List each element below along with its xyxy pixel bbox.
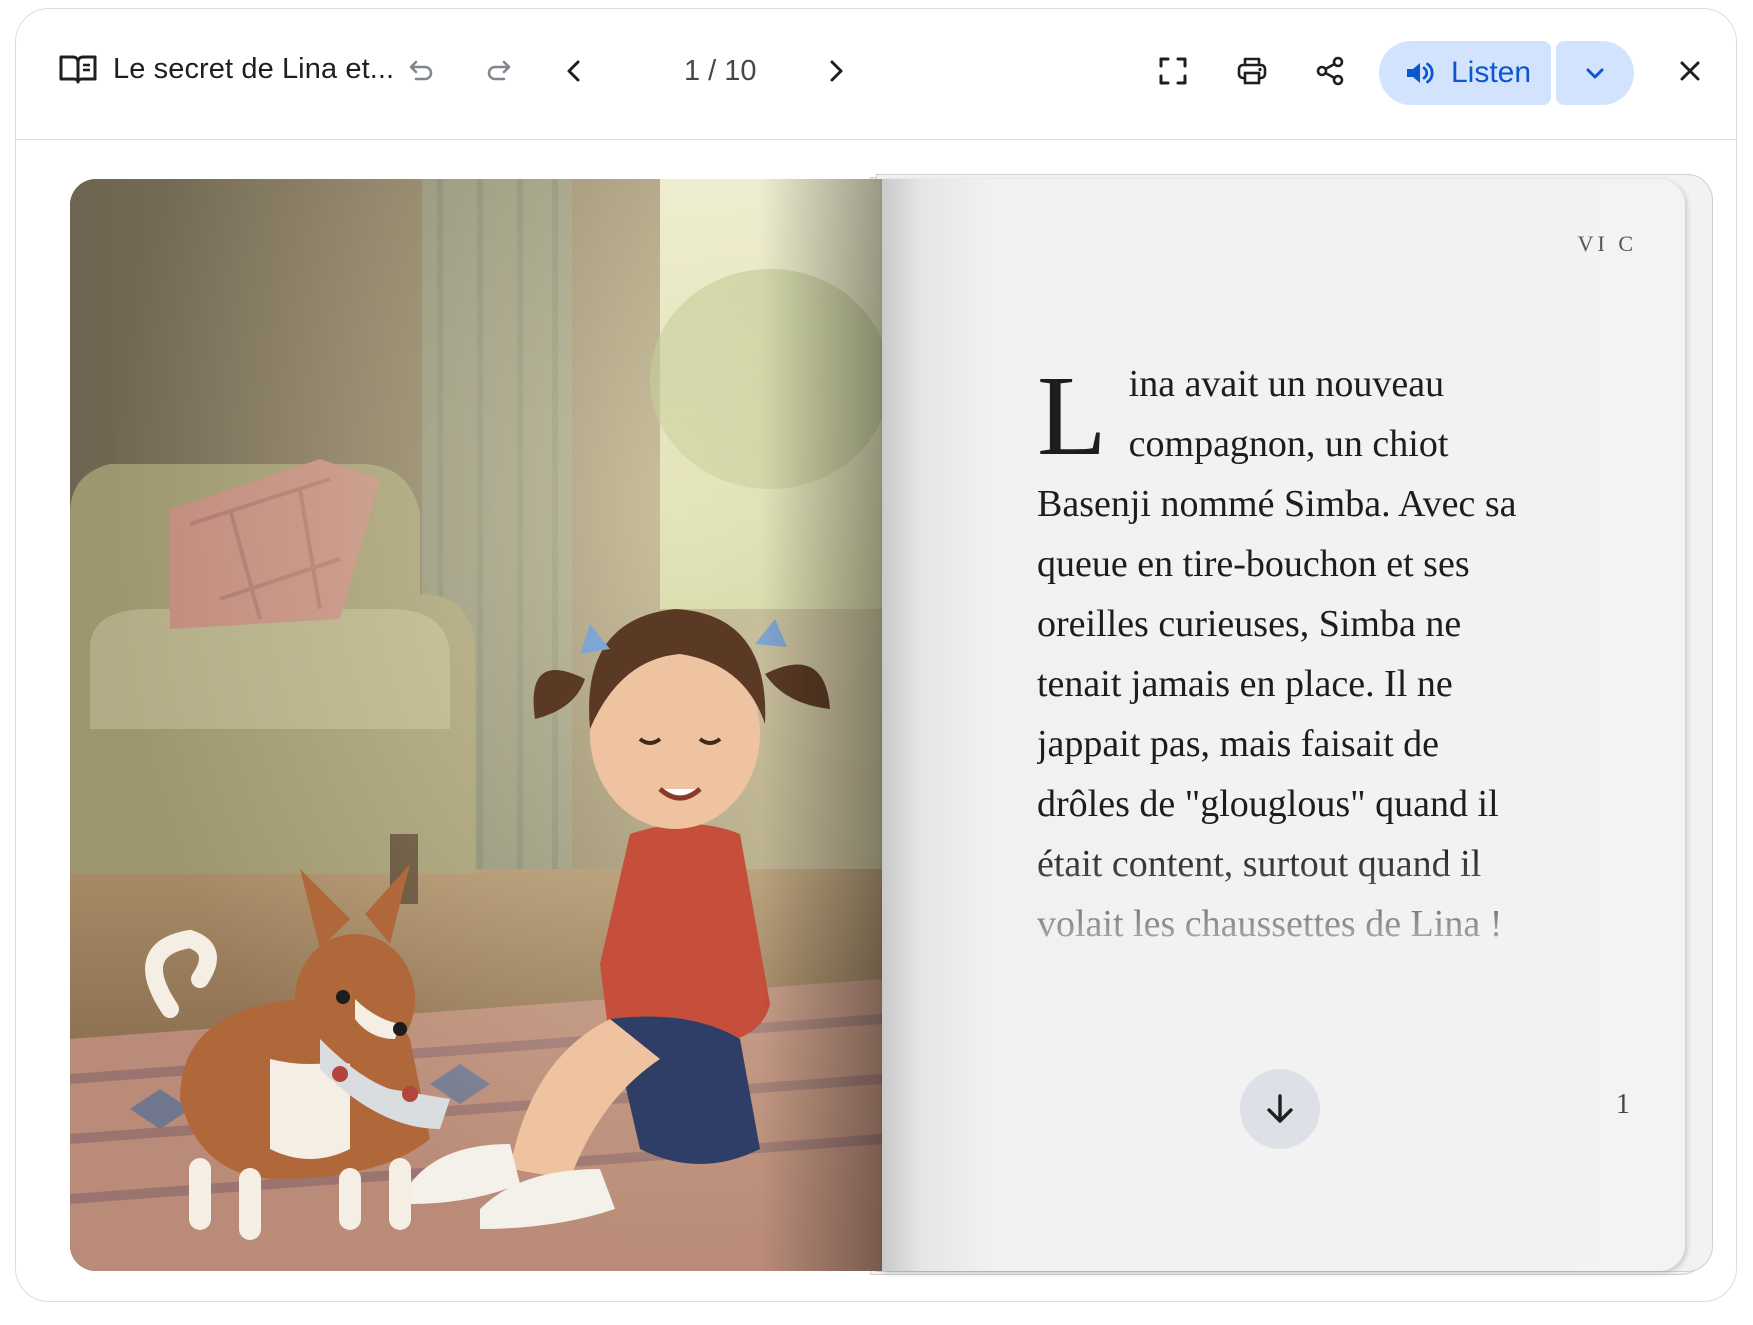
redo-icon	[487, 60, 511, 81]
print-icon	[1237, 57, 1267, 85]
listen-button[interactable]: Listen	[1379, 41, 1551, 105]
share-button[interactable]	[1308, 49, 1352, 93]
redo-button[interactable]	[478, 49, 522, 93]
open-book-icon	[58, 53, 98, 85]
chevron-right-icon	[830, 60, 843, 82]
listen-options-dropdown[interactable]	[1556, 41, 1634, 105]
close-button[interactable]	[1668, 49, 1712, 93]
undo-button[interactable]	[398, 49, 442, 93]
document-title: Le secret de Lina et...	[113, 53, 395, 85]
page-indicator: 1 / 10	[684, 55, 757, 87]
page-number: 1	[1616, 1089, 1630, 1120]
fullscreen-button[interactable]	[1151, 49, 1195, 93]
arrow-down-icon	[1267, 1094, 1293, 1123]
scroll-down-button[interactable]	[1240, 1069, 1320, 1149]
listen-label: Listen	[1451, 56, 1532, 89]
chapter-label: VI C	[1577, 231, 1637, 256]
book-spread: VI C Lina avait un nouveau compagnon, un…	[70, 171, 1713, 1275]
story-text: Lina avait un nouveau compagnon, un chio…	[1037, 354, 1517, 954]
toolbar: Le secret de Lina et... 1 / 10 Listen	[16, 9, 1736, 140]
book-viewer-window: Le secret de Lina et... 1 / 10 Listen VI…	[15, 8, 1737, 1302]
volume-icon	[1407, 62, 1434, 84]
previous-page-button[interactable]	[552, 49, 596, 93]
close-icon	[1680, 61, 1700, 81]
fullscreen-icon	[1159, 57, 1187, 85]
chevron-down-icon	[1586, 68, 1604, 79]
story-illustration	[70, 179, 882, 1271]
chevron-left-icon	[567, 60, 580, 82]
drop-cap: L	[1037, 352, 1107, 479]
story-paragraph: ina avait un nouveau compagnon, un chiot…	[1037, 363, 1517, 945]
undo-icon	[409, 60, 433, 81]
next-page-button[interactable]	[814, 49, 858, 93]
print-button[interactable]	[1230, 49, 1274, 93]
share-icon	[1316, 56, 1344, 86]
text-page: VI C Lina avait un nouveau compagnon, un…	[882, 179, 1685, 1271]
